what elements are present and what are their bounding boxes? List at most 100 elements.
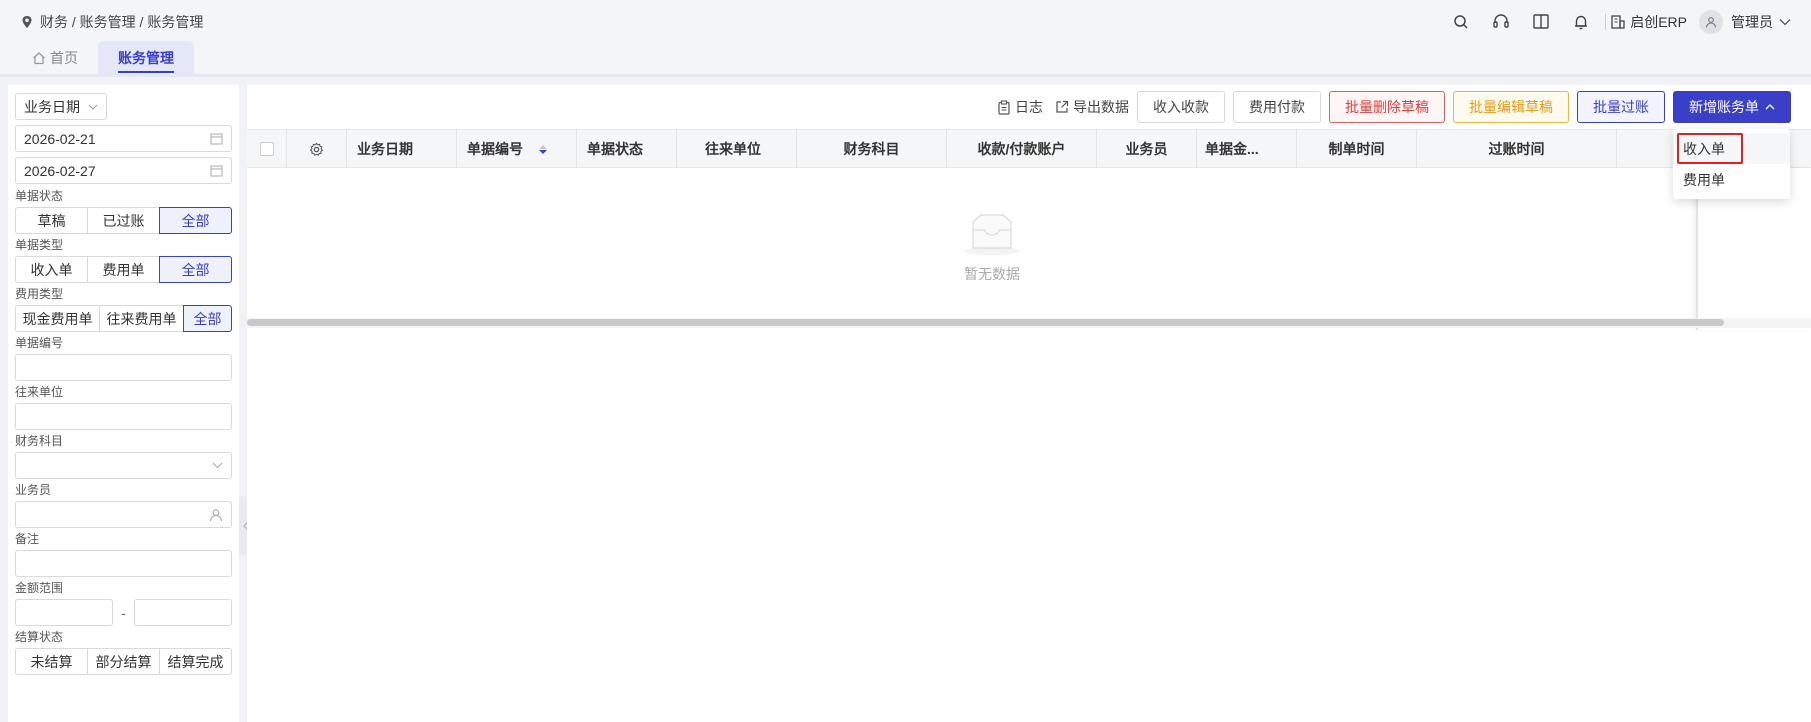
export-label: 导出数据: [1073, 99, 1129, 115]
user-icon: [209, 508, 223, 521]
breadcrumb: 财务 / 账务管理 / 账务管理: [20, 12, 203, 32]
settle-option-complete[interactable]: 结算完成: [159, 648, 232, 675]
new-finance-doc-button[interactable]: 新增账务单: [1673, 91, 1791, 123]
chevron-up-icon: [1765, 104, 1775, 110]
column-created-time[interactable]: 制单时间: [1297, 130, 1417, 168]
log-link[interactable]: 日志: [997, 97, 1043, 117]
start-date-picker[interactable]: 2026-02-21: [15, 125, 232, 152]
salesman-input[interactable]: [15, 501, 232, 528]
header-divider: [1605, 13, 1607, 30]
settle-status-segmented: 未结算 部分结算 结算完成: [15, 648, 232, 675]
doc-type-option-expense[interactable]: 费用单: [87, 256, 160, 283]
status-option-posted[interactable]: 已过账: [87, 207, 160, 234]
column-posted-time[interactable]: 过账时间: [1417, 130, 1617, 168]
breadcrumb-text: 财务 / 账务管理 / 账务管理: [40, 13, 204, 30]
tab-finance-management-label: 账务管理: [118, 43, 174, 73]
horizontal-scrollbar[interactable]: [247, 318, 1811, 328]
expense-type-option-all[interactable]: 全部: [183, 305, 232, 332]
column-business-date[interactable]: 业务日期: [347, 130, 457, 168]
avatar[interactable]: [1699, 9, 1723, 34]
sort-icon[interactable]: [539, 144, 547, 154]
doc-type-option-income[interactable]: 收入单: [15, 256, 88, 283]
end-date-picker[interactable]: 2026-02-27: [15, 157, 232, 184]
user-name: 管理员: [1731, 13, 1773, 30]
bell-icon[interactable]: [1561, 7, 1601, 37]
remark-input[interactable]: [15, 550, 232, 577]
doc-type-option-all[interactable]: 全部: [159, 256, 232, 283]
dropdown-item-income[interactable]: 收入单: [1673, 133, 1790, 164]
amount-range-label: 金额范围: [15, 581, 64, 595]
toolbar: 日志 导出数据 收入收款 费用付款 批量删除草稿 批量编辑草稿 批量过账 新增账…: [993, 91, 1791, 123]
settle-option-unsettled[interactable]: 未结算: [15, 648, 88, 675]
subject-label: 财务科目: [15, 434, 64, 448]
chevron-down-icon: [212, 462, 223, 469]
doc-no-label: 单据编号: [15, 336, 64, 350]
subject-select[interactable]: [15, 452, 232, 479]
select-all-cell: [247, 130, 287, 168]
user-icon: [1705, 16, 1717, 28]
end-date-value: 2026-02-27: [24, 162, 96, 179]
settle-option-partial[interactable]: 部分结算: [87, 648, 160, 675]
remark-label: 备注: [15, 532, 40, 546]
new-doc-dropdown: 收入单 费用单: [1673, 129, 1790, 199]
doc-no-input[interactable]: [15, 354, 232, 381]
expense-type-option-cash[interactable]: 现金费用单: [15, 305, 100, 332]
home-icon: [33, 51, 45, 64]
chevron-down-icon: [1779, 18, 1791, 25]
salesman-label: 业务员: [15, 483, 52, 497]
dropdown-item-expense[interactable]: 费用单: [1673, 164, 1790, 195]
status-segmented: 草稿 已过账 全部: [15, 207, 232, 234]
settle-status-label: 结算状态: [15, 630, 64, 644]
calendar-icon: [210, 133, 223, 145]
receive-payment-button[interactable]: 收入收款: [1137, 91, 1225, 123]
column-account[interactable]: 收款/付款账户: [947, 130, 1097, 168]
gear-icon[interactable]: [309, 142, 324, 157]
column-subject[interactable]: 财务科目: [797, 130, 947, 168]
column-salesman[interactable]: 业务员: [1097, 130, 1197, 168]
start-date-value: 2026-02-21: [24, 130, 96, 147]
select-all-checkbox[interactable]: [259, 142, 274, 156]
expense-type-option-partner[interactable]: 往来费用单: [99, 305, 184, 332]
column-partner[interactable]: 往来单位: [677, 130, 797, 168]
amount-max-input[interactable]: [134, 599, 232, 626]
status-label: 单据状态: [15, 189, 64, 203]
user-menu[interactable]: 管理员: [1731, 12, 1791, 32]
tab-finance-management[interactable]: 账务管理: [98, 41, 194, 74]
table-header: 业务日期 单据编号 单据状态 往来单位 财务科目 收款/付款账户 业务员 单据金…: [247, 129, 1811, 168]
column-doc-status[interactable]: 单据状态: [577, 130, 677, 168]
headset-icon[interactable]: [1481, 7, 1521, 37]
column-amount[interactable]: 单据金...: [1197, 130, 1297, 168]
status-option-all[interactable]: 全部: [159, 207, 232, 234]
export-link[interactable]: 导出数据: [1055, 97, 1129, 117]
partner-label: 往来单位: [15, 385, 64, 399]
expense-type-label: 费用类型: [15, 287, 64, 301]
export-icon: [1056, 100, 1069, 113]
expense-payment-button[interactable]: 费用付款: [1233, 91, 1321, 123]
book-icon[interactable]: [1521, 7, 1561, 37]
company-switcher[interactable]: 启创ERP: [1610, 12, 1687, 32]
new-finance-doc-label: 新增账务单: [1689, 99, 1759, 115]
clipboard-icon: [998, 99, 1010, 115]
search-icon[interactable]: [1441, 7, 1481, 37]
partner-input[interactable]: [15, 403, 232, 430]
log-label: 日志: [1015, 99, 1043, 115]
scrollbar-thumb[interactable]: [247, 319, 1724, 326]
top-header: 财务 / 账务管理 / 账务管理 启创ERP 管理员: [0, 0, 1811, 43]
column-doc-no[interactable]: 单据编号: [457, 130, 577, 168]
batch-edit-drafts-button[interactable]: 批量编辑草稿: [1453, 91, 1569, 123]
batch-post-button[interactable]: 批量过账: [1577, 91, 1665, 123]
amount-min-input[interactable]: [15, 599, 113, 626]
date-type-value: 业务日期: [24, 98, 80, 115]
tab-home-label: 首页: [50, 49, 78, 66]
status-option-draft[interactable]: 草稿: [15, 207, 88, 234]
batch-delete-drafts-button[interactable]: 批量删除草稿: [1329, 91, 1445, 123]
amount-range-separator: -: [121, 604, 126, 621]
location-pin-icon: [22, 15, 32, 28]
tab-home[interactable]: 首页: [12, 41, 98, 74]
date-type-select[interactable]: 业务日期: [15, 93, 107, 120]
main-content: 日志 导出数据 收入收款 费用付款 批量删除草稿 批量编辑草稿 批量过账 新增账…: [247, 85, 1811, 722]
filter-panel: 业务日期 2026-02-21 2026-02-27 单据状态 草稿 已过账 全…: [8, 85, 239, 722]
tab-bar: 首页 账务管理: [0, 41, 1811, 77]
calendar-icon: [210, 165, 223, 177]
amount-range: -: [15, 599, 232, 626]
